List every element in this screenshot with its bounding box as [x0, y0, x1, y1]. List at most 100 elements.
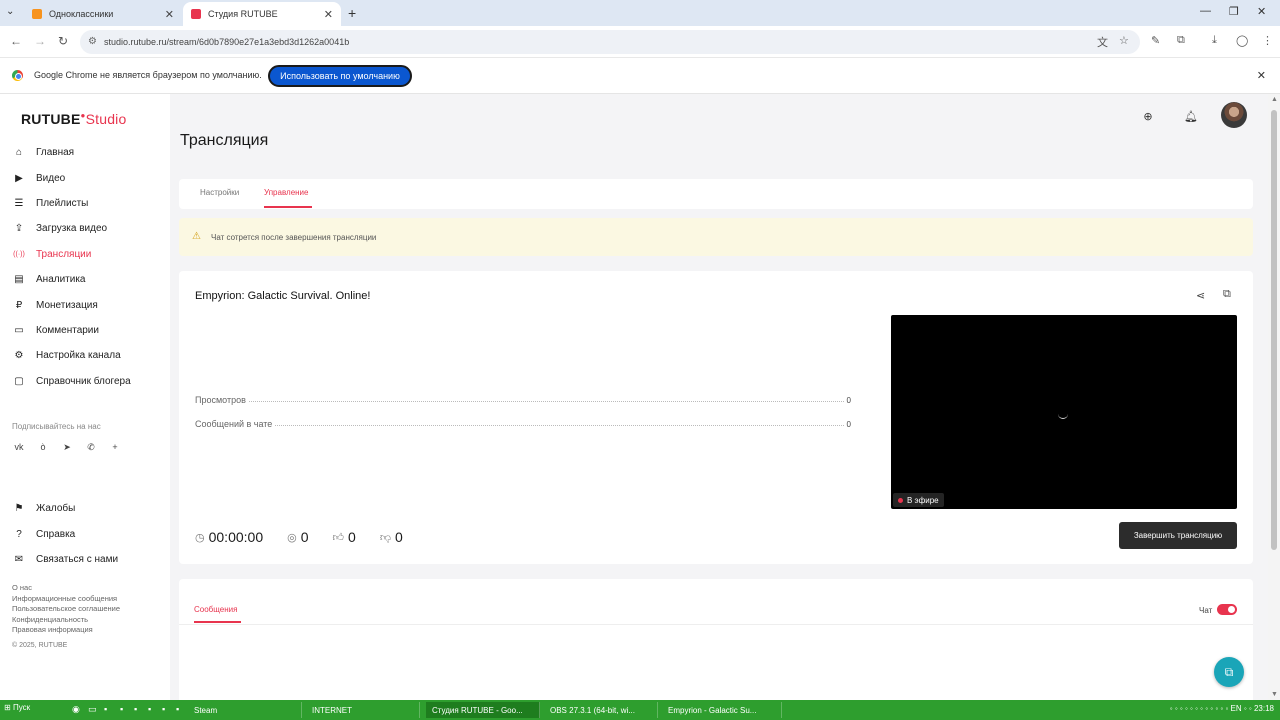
- download-icon[interactable]: ⤓: [1212, 34, 1217, 47]
- sidebar-item-broadcast[interactable]: ((·)) Трансляции: [12, 242, 162, 267]
- url-field[interactable]: ⚙ studio.rutube.ru/stream/6d0b7890e27e1a…: [80, 30, 1140, 54]
- forward-icon[interactable]: →: [34, 34, 46, 48]
- sidebar-item-label: Справка: [36, 528, 76, 540]
- close-window-icon[interactable]: ✕: [1257, 5, 1266, 18]
- chat-toggle-label: Чат: [1199, 606, 1213, 615]
- quicklaunch-app-icon[interactable]: ▪: [134, 704, 137, 714]
- viber-icon[interactable]: ✆: [84, 442, 98, 453]
- taskbar-item-rutube[interactable]: Студия RUTUBE - Goo...: [426, 702, 540, 718]
- system-tray[interactable]: ◦ ◦ ◦ ◦ ◦ ◦ ◦ ◦ ◦ ◦ ◦ ◦ EN ◦ ◦ 23:18: [1170, 704, 1274, 713]
- telegram-icon[interactable]: ➤: [60, 442, 74, 453]
- home-icon: ⌂: [15, 147, 23, 159]
- taskbar-item-empyrion[interactable]: Empyrion - Galactic Su...: [662, 702, 782, 718]
- stat-value: 0: [846, 420, 851, 429]
- quicklaunch-chrome-icon[interactable]: ◉: [72, 704, 80, 715]
- share-icon[interactable]: ⋖: [1196, 289, 1205, 302]
- dislikes-metric: 👎︎ 0: [380, 529, 403, 545]
- sidebar-item-comments[interactable]: ▭ Комментарии: [12, 318, 162, 343]
- quicklaunch-app-icon[interactable]: ▪: [120, 704, 123, 714]
- url-text: studio.rutube.ru/stream/6d0b7890e27e1a3e…: [104, 37, 350, 47]
- close-tab-icon[interactable]: ✕: [165, 8, 174, 21]
- stat-label: Сообщений в чате: [195, 419, 273, 429]
- sidebar-secondary-nav: ⚑ Жалобы? Справка ✉ Связаться с нами: [12, 496, 162, 572]
- quicklaunch-app-icon[interactable]: ▪: [162, 704, 165, 714]
- browser-tab-odnoklassniki[interactable]: Одноклассники ✕: [24, 2, 182, 26]
- logo-accent: Studio: [85, 111, 127, 127]
- back-icon[interactable]: ←: [10, 34, 22, 48]
- infobar-text: Google Chrome не является браузером по у…: [34, 70, 262, 80]
- notifications-bell-icon[interactable]: 🔔︎: [1180, 105, 1202, 127]
- quicklaunch-app-icon[interactable]: ▪: [148, 704, 151, 714]
- sidebar-item-monetization[interactable]: ₽ Монетизация: [12, 292, 162, 317]
- footer-link[interactable]: О нас: [12, 583, 120, 594]
- extension-icon[interactable]: ✎: [1151, 34, 1160, 47]
- minimize-icon[interactable]: —: [1200, 5, 1211, 17]
- sidebar-item-handbook[interactable]: ▢ Справочник блогера: [12, 369, 162, 394]
- tab-search-icon[interactable]: ⌄: [6, 6, 14, 17]
- footer-link[interactable]: Пользовательское соглашение: [12, 604, 120, 615]
- sidebar-item-video[interactable]: ▶ Видео: [12, 165, 162, 190]
- vk-icon[interactable]: vk: [12, 442, 26, 453]
- ok-icon[interactable]: ò: [36, 442, 50, 453]
- os-taskbar: ⊞ Пуск ◉ ▭ ▪ ▪ ▪ ▪ ▪ ▪ Steam INTERNET Ст…: [0, 700, 1280, 720]
- tab-management[interactable]: Управление: [264, 188, 308, 197]
- quicklaunch-app-icon[interactable]: ▪: [176, 704, 179, 714]
- start-button[interactable]: ⊞ Пуск: [4, 703, 30, 712]
- site-info-icon[interactable]: ⚙: [88, 36, 97, 47]
- clock[interactable]: 23:18: [1254, 704, 1274, 713]
- sidebar-item-label: Загрузка видео: [36, 223, 108, 235]
- divider: [179, 624, 1253, 625]
- menu-kebab-icon[interactable]: ⋮: [1262, 34, 1273, 47]
- copyright: © 2025, RUTUBE: [12, 642, 68, 649]
- sidebar-item-mail[interactable]: ✉ Связаться с нами: [12, 547, 162, 572]
- more-icon[interactable]: +: [108, 442, 122, 453]
- end-stream-button[interactable]: Завершить трансляцию: [1119, 522, 1237, 549]
- scroll-up-icon[interactable]: ▲: [1271, 96, 1278, 103]
- quicklaunch-explorer-icon[interactable]: ▭: [88, 704, 97, 715]
- footer-link[interactable]: Правовая информация: [12, 625, 120, 636]
- add-video-icon[interactable]: ⊕: [1137, 105, 1159, 127]
- avatar[interactable]: [1221, 102, 1247, 128]
- profile-icon[interactable]: ◯: [1236, 34, 1248, 47]
- reload-icon[interactable]: ↻: [58, 34, 68, 48]
- sidebar-item-help[interactable]: ? Справка: [12, 521, 162, 546]
- page-scrollbar[interactable]: ▲ ▼: [1268, 94, 1280, 700]
- tab-settings[interactable]: Настройки: [200, 188, 239, 197]
- sidebar-item-flag[interactable]: ⚑ Жалобы: [12, 496, 162, 521]
- infobar-close-icon[interactable]: ✕: [1257, 69, 1266, 82]
- sidebar-item-settings[interactable]: ⚙ Настройка канала: [12, 343, 162, 368]
- sidebar-item-label: Трансляции: [36, 248, 92, 260]
- support-chat-button[interactable]: ⧉: [1214, 657, 1244, 687]
- scroll-down-icon[interactable]: ▼: [1271, 691, 1278, 698]
- bookmark-star-icon[interactable]: ☆: [1119, 34, 1129, 47]
- stream-preview-player[interactable]: В эфире: [891, 315, 1237, 509]
- maximize-icon[interactable]: ❐: [1229, 5, 1239, 18]
- help-icon: ?: [16, 528, 22, 540]
- close-tab-icon[interactable]: ✕: [324, 8, 333, 21]
- taskbar-item-steam[interactable]: Steam: [188, 702, 302, 718]
- support-chat-icon: ⧉: [1224, 664, 1234, 679]
- scrollbar-thumb[interactable]: [1271, 110, 1277, 550]
- sidebar-item-upload[interactable]: ⇪ Загрузка видео: [12, 216, 162, 241]
- language-indicator[interactable]: EN: [1231, 704, 1242, 713]
- taskbar-item-internet[interactable]: INTERNET: [306, 702, 420, 718]
- footer-link[interactable]: Конфиденциальность: [12, 615, 120, 626]
- page-tabs: Настройки Управление: [179, 179, 1253, 209]
- rutube-studio-logo[interactable]: RUTUBE●Studio: [21, 111, 126, 127]
- translate-icon[interactable]: 文: [1097, 34, 1108, 50]
- sidebar-item-playlist[interactable]: ☰ Плейлисты: [12, 191, 162, 216]
- chat-toggle[interactable]: [1217, 604, 1237, 615]
- new-tab-icon[interactable]: +: [348, 5, 356, 21]
- footer-link[interactable]: Информационные сообщения: [12, 594, 120, 605]
- extensions-puzzle-icon[interactable]: ⧉: [1177, 34, 1185, 47]
- start-label: Пуск: [12, 703, 31, 712]
- sidebar-item-analytics[interactable]: ▤ Аналитика: [12, 267, 162, 292]
- sidebar-item-home[interactable]: ⌂ Главная: [12, 140, 162, 165]
- open-external-icon[interactable]: ⧉: [1223, 288, 1231, 301]
- quicklaunch-app-icon[interactable]: ▪: [104, 704, 107, 714]
- video-icon: ▶: [15, 172, 23, 184]
- browser-tab-rutube-studio[interactable]: Студия RUTUBE ✕: [183, 2, 341, 26]
- taskbar-item-obs[interactable]: OBS 27.3.1 (64-bit, wi...: [544, 702, 658, 718]
- tab-messages[interactable]: Сообщения: [194, 605, 237, 614]
- set-default-button[interactable]: Использовать по умолчанию: [268, 65, 412, 87]
